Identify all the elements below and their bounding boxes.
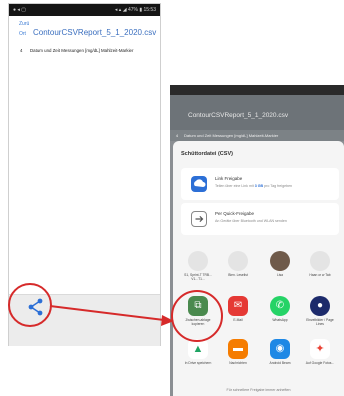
row-number: 4 xyxy=(175,133,179,138)
contact-item[interactable]: Lisa xyxy=(265,251,295,277)
row-text: Datum und Zeit Messungen [mg/dL] Mahlzei… xyxy=(30,48,134,53)
quick-share-icon xyxy=(191,211,207,227)
app-label: Nachrichten xyxy=(229,361,247,365)
app-email[interactable]: ✉ E-Mail xyxy=(223,296,253,322)
contact-avatar xyxy=(270,251,290,271)
link-share-title: Link Freigabe xyxy=(215,176,243,181)
status-left: ● ◂ ▢ xyxy=(13,7,27,13)
contact-item[interactable]: Bien. Leselist xyxy=(223,251,253,277)
file-title: ContourCSVReport_5_1_2020.csv xyxy=(33,28,157,37)
quick-share-title: Per Quick-Freigabe xyxy=(215,211,255,216)
app-label: Android Beam xyxy=(269,361,291,365)
contact-label: Haan or w Tab xyxy=(309,273,331,277)
app-messages[interactable]: ▬ Nachrichten xyxy=(223,339,253,365)
app-page-lines[interactable]: ● Einzelbilder / Page Lines xyxy=(305,296,335,326)
messages-icon: ▬ xyxy=(228,339,248,359)
drive-icon: ▲ xyxy=(188,339,208,359)
status-right: ◂ ▴ ◢ 47% ▮ 15:53 xyxy=(114,7,156,13)
contact-avatar xyxy=(188,251,208,271)
highlight-circle-share xyxy=(8,283,52,327)
app-android-beam[interactable]: ◉ Android Beam xyxy=(265,339,295,365)
share-sheet-title: Schüttordatei (CSV) xyxy=(181,151,233,157)
contact-label: Lisa xyxy=(276,273,284,277)
location-tag[interactable]: Ort xyxy=(19,31,26,37)
quick-share-subtitle: An Geräte über Bluetooth und WLAN senden xyxy=(215,219,287,223)
share-sheet: Schüttordatei (CSV) Link Freigabe Teilen… xyxy=(173,141,344,396)
app-label: E-Mail xyxy=(233,318,243,322)
app-drive[interactable]: ▲ In Drive speichern xyxy=(183,339,213,365)
link-share-card[interactable]: Link Freigabe Teilen über eine Link mit … xyxy=(181,168,339,200)
row-text: Datum und Zeit Messungen [mg/dL] Mahlzei… xyxy=(184,133,279,138)
app-whatsapp[interactable]: ✆ WhatsApp xyxy=(265,296,295,322)
csv-row: 4 Datum und Zeit Messungen [mg/dL] Mahlze… xyxy=(170,130,344,141)
app-label: In Drive speichern xyxy=(184,361,212,365)
file-title: ContourCSVReport_5_1_2020.csv xyxy=(188,112,289,119)
app-label: Einzelbilder / Page Lines xyxy=(306,318,334,326)
email-icon: ✉ xyxy=(228,296,248,316)
page-lines-icon: ● xyxy=(310,296,330,316)
back-link[interactable]: Zurü xyxy=(19,21,29,27)
contact-avatar xyxy=(310,251,330,271)
contact-avatar xyxy=(228,251,248,271)
link-share-subtitle: Teilen über eine Link mit 3 GB pro Tag f… xyxy=(215,184,293,188)
whatsapp-icon: ✆ xyxy=(270,296,290,316)
app-label: WhatsApp xyxy=(272,318,288,322)
highlight-circle-clipboard xyxy=(171,290,223,342)
google-photos-icon: ✦ xyxy=(310,339,330,359)
csv-row: 4 Datum und Zeit Messungen [mg/dL] Mahlze… xyxy=(20,45,160,56)
contact-label: S1, Sprint-T TRB... V1...T1... xyxy=(184,273,212,281)
share-sheet-footer: Für schnellere Freigabe immer anheften xyxy=(226,388,291,392)
app-google-photos[interactable]: ✦ Auf Google Fotos... xyxy=(305,339,335,365)
right-phone-screen: ContourCSVReport_5_1_2020.csv 4 Datum und… xyxy=(170,85,344,396)
cloud-link-icon xyxy=(191,176,207,192)
row-number: 4 xyxy=(20,48,23,53)
status-bar: ● ◂ ▢ ◂ ▴ ◢ 47% ▮ 15:53 xyxy=(9,4,160,16)
app-label: Auf Google Fotos... xyxy=(305,361,335,365)
contact-item[interactable]: S1, Sprint-T TRB... V1...T1... xyxy=(183,251,213,281)
android-beam-icon: ◉ xyxy=(270,339,290,359)
quick-share-card[interactable]: Per Quick-Freigabe An Geräte über Blueto… xyxy=(181,203,339,235)
contact-label: Bien. Leselist xyxy=(228,273,248,277)
status-bar xyxy=(170,85,344,95)
contact-item[interactable]: Haan or w Tab xyxy=(305,251,335,277)
